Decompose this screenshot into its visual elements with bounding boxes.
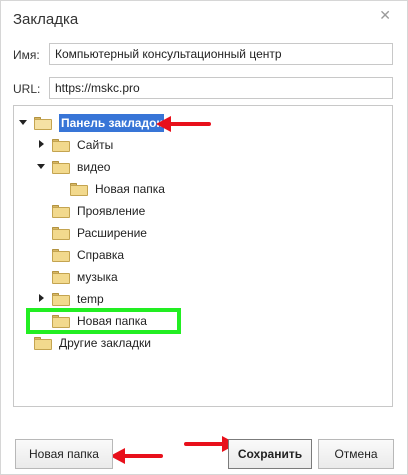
highlight-box — [26, 308, 181, 334]
tree-item-bookmarks-bar[interactable]: Панель закладок — [18, 113, 165, 133]
name-label: Имя: — [13, 48, 40, 62]
folder-tree[interactable]: Панель закладок Сайты видео Новая папка … — [13, 105, 393, 407]
folder-open-icon — [34, 116, 52, 130]
name-input[interactable] — [49, 43, 393, 65]
tree-item-video-new-folder[interactable]: Новая папка — [66, 179, 165, 199]
dialog-title: Закладка — [13, 11, 79, 28]
tree-item-help[interactable]: Справка — [48, 245, 124, 265]
tree-item-music[interactable]: музыка — [48, 267, 118, 287]
tree-item-other-bookmarks[interactable]: Другие закладки — [30, 333, 151, 353]
folder-icon — [52, 204, 70, 218]
tree-item-sites[interactable]: Сайты — [36, 135, 113, 155]
folder-icon — [52, 160, 70, 174]
tree-item-label: Проявление — [77, 204, 146, 218]
expand-arrow-icon[interactable] — [36, 161, 48, 173]
tree-item-label: музыка — [77, 270, 118, 284]
tree-item-label: Сайты — [77, 138, 114, 152]
tree-item-label: temp — [77, 292, 104, 306]
tree-item-label: видео — [77, 160, 111, 174]
folder-icon — [70, 182, 88, 196]
tree-item-label: Новая папка — [95, 182, 165, 196]
folder-icon — [52, 292, 70, 306]
expand-arrow-icon[interactable] — [18, 117, 30, 129]
folder-icon — [34, 336, 52, 350]
url-label: URL: — [13, 82, 41, 96]
tree-item-manifestation[interactable]: Проявление — [48, 201, 145, 221]
url-input[interactable] — [49, 77, 393, 99]
collapsed-arrow-icon[interactable] — [36, 139, 48, 151]
folder-icon — [52, 248, 70, 262]
new-folder-button[interactable]: Новая папка — [15, 439, 113, 469]
tree-item-label: Другие закладки — [59, 336, 151, 350]
tree-item-extension[interactable]: Расширение — [48, 223, 147, 243]
annotation-arrow-left — [156, 116, 211, 132]
tree-item-temp[interactable]: temp — [36, 289, 104, 309]
bookmark-dialog: Закладка ✕ Имя: URL: Панель закладок Сай… — [0, 0, 408, 475]
tree-item-video[interactable]: видео — [36, 157, 110, 177]
annotation-arrow-right — [184, 436, 237, 452]
folder-icon — [52, 270, 70, 284]
folder-icon — [52, 138, 70, 152]
tree-item-label: Расширение — [77, 226, 147, 240]
annotation-arrow-left — [110, 448, 163, 464]
save-button[interactable]: Сохранить — [228, 439, 312, 469]
cancel-button[interactable]: Отмена — [318, 439, 394, 469]
tree-item-label: Справка — [77, 248, 125, 262]
collapsed-arrow-icon[interactable] — [36, 293, 48, 305]
folder-icon — [52, 226, 70, 240]
tree-item-label: Панель закладок — [59, 114, 165, 132]
close-icon[interactable]: ✕ — [379, 7, 391, 24]
